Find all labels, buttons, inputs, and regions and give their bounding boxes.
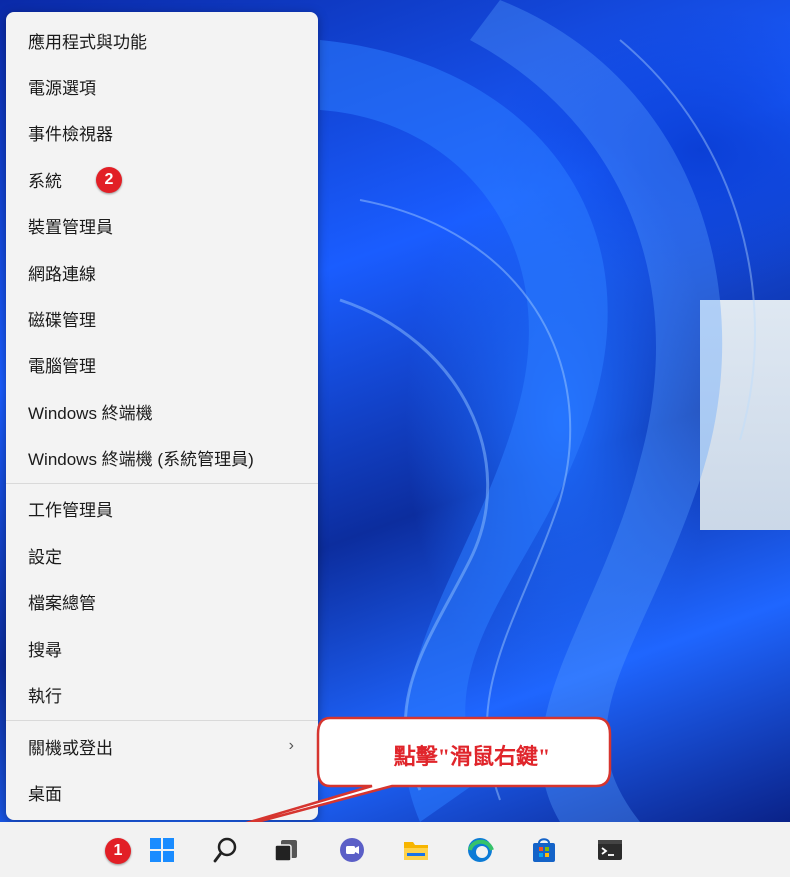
step-1-badge: 1 [105, 838, 131, 864]
edge-icon[interactable] [466, 836, 494, 864]
windows-start-icon[interactable] [148, 836, 176, 864]
terminal-icon[interactable] [596, 836, 624, 864]
store-icon[interactable] [530, 836, 558, 864]
chat-icon[interactable] [338, 836, 366, 864]
task-view-icon[interactable] [272, 836, 300, 864]
file-explorer-icon[interactable] [402, 836, 430, 864]
callout-text: 點擊"滑鼠右鍵" [393, 744, 551, 769]
search-icon[interactable] [212, 836, 240, 864]
